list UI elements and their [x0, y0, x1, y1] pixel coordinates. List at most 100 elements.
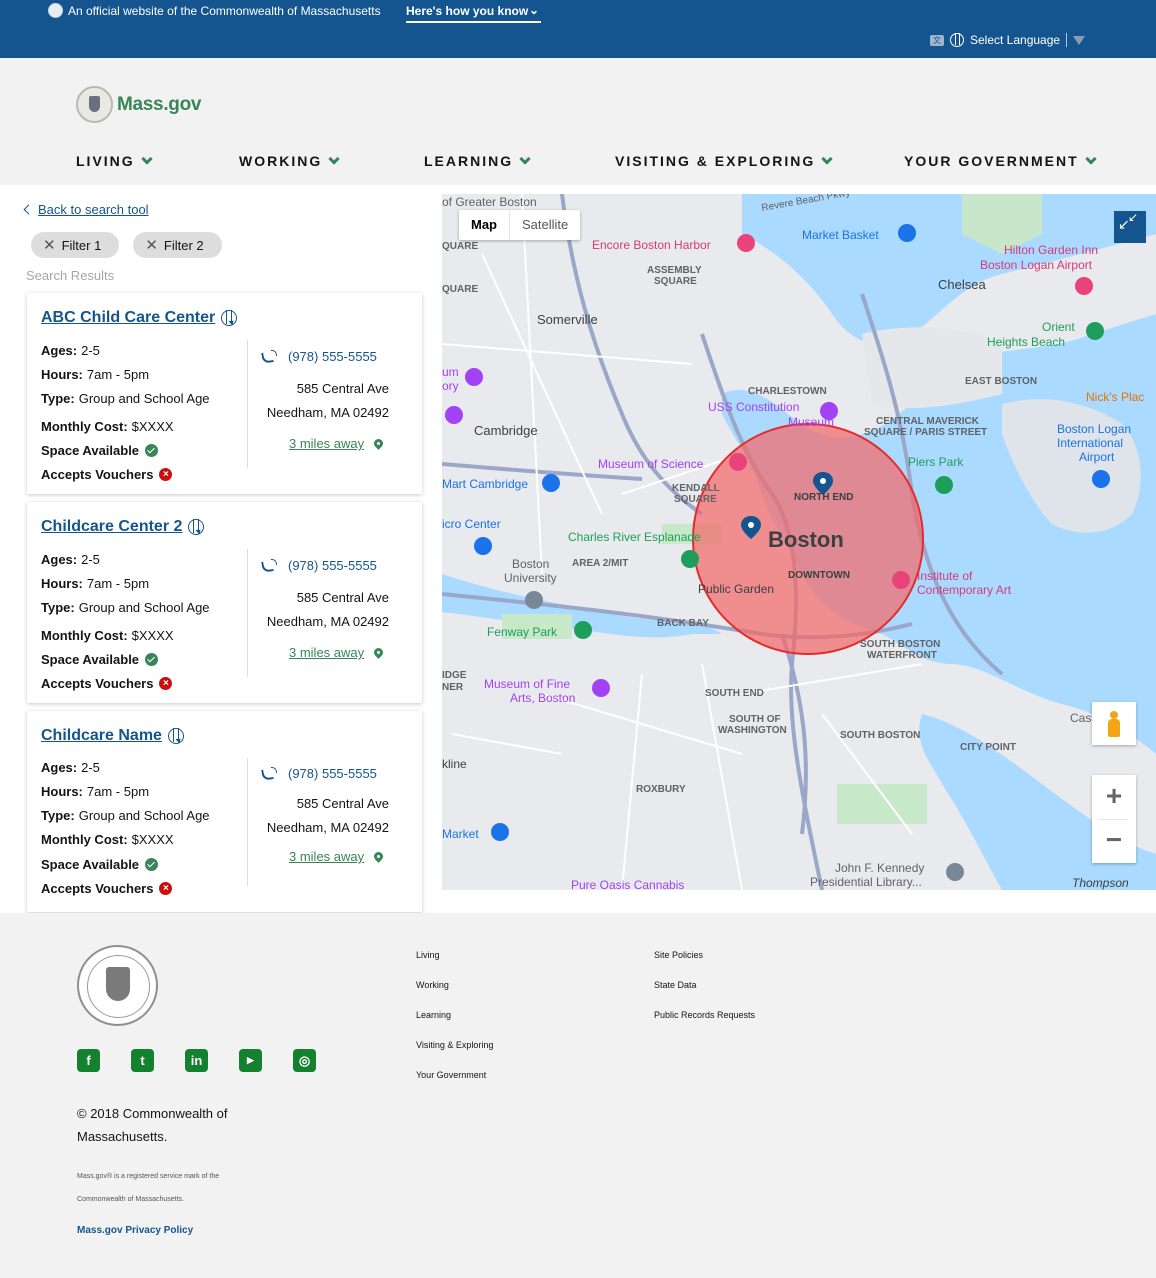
phone-link[interactable]: (978) 555-5555: [262, 766, 377, 781]
facebook-icon[interactable]: f: [77, 1049, 100, 1072]
filter-chip-1[interactable]: ✕ Filter 1: [31, 232, 120, 258]
provider-name: Childcare Center 2: [41, 518, 183, 535]
instagram-icon[interactable]: ◎: [293, 1049, 316, 1072]
nav-learning[interactable]: LEARNING: [424, 152, 531, 169]
ages-row: Ages: 2-5: [41, 760, 100, 775]
space-available-label: Space Available: [41, 857, 140, 872]
hours-value: 7am - 5pm: [86, 784, 150, 799]
distance-value: 3 miles away: [289, 645, 365, 660]
phone-icon: [262, 766, 278, 781]
map-pin-icon: [372, 646, 386, 659]
provider-name-link[interactable]: Childcare Center 2: [41, 518, 205, 536]
map-label: University: [504, 571, 557, 585]
footer-link-learning[interactable]: Learning: [416, 1010, 493, 1040]
pegman-body: [1108, 719, 1120, 737]
provider-name-link[interactable]: Childcare Name: [41, 727, 184, 745]
results-map[interactable]: of Greater Boston Revere Beach Pkwy Mark…: [442, 194, 1156, 890]
chevron-down-icon: [328, 152, 340, 165]
check-circle-icon: [145, 858, 159, 871]
nav-label: VISITING & EXPLORING: [615, 153, 816, 169]
footer-link-working[interactable]: Working: [416, 980, 493, 1010]
cost-value: $XXXX: [131, 419, 174, 434]
privacy-policy-link[interactable]: Mass.gov Privacy Policy: [77, 1225, 193, 1236]
nav-working[interactable]: WORKING: [239, 152, 340, 169]
zoom-out-button[interactable]: −: [1092, 819, 1136, 863]
map-label: WASHINGTON: [718, 725, 787, 736]
shopping-poi-icon: [491, 823, 509, 841]
exit-fullscreen-icon[interactable]: [1114, 211, 1146, 243]
library-poi-icon: [946, 863, 964, 881]
type-value: Group and School Age: [78, 391, 210, 406]
nav-living[interactable]: LIVING: [76, 152, 153, 169]
shopping-poi-icon: [542, 474, 560, 492]
map-label: Museum of Fine: [484, 677, 570, 691]
map-type-satellite-button[interactable]: Satellite: [509, 210, 580, 240]
close-icon[interactable]: ✕: [145, 236, 158, 254]
youtube-icon[interactable]: ▶: [239, 1049, 262, 1072]
accepts-vouchers-label: Accepts Vouchers: [41, 881, 154, 896]
pegman-head: [1110, 711, 1118, 719]
footer-link-your-government[interactable]: Your Government: [416, 1070, 493, 1100]
footer-link-state-data[interactable]: State Data: [654, 980, 755, 1010]
map-label: DOWNTOWN: [788, 570, 850, 581]
phone-icon: [262, 558, 278, 573]
check-circle-icon: [145, 653, 159, 666]
filter-chips: ✕ Filter 1 ✕ Filter 2: [31, 232, 222, 258]
website-icon[interactable]: [167, 728, 184, 744]
phone-link[interactable]: (978) 555-5555: [262, 349, 377, 364]
map-pin-icon: [372, 437, 386, 450]
footer-link-site-policies[interactable]: Site Policies: [654, 950, 755, 980]
map-label: NER: [442, 682, 464, 693]
nav-label: LIVING: [76, 153, 135, 169]
site-logo[interactable]: Mass.gov: [76, 86, 201, 123]
map-label: CITY POINT: [960, 742, 1016, 753]
result-card: Childcare Center 2 Ages: 2-5 Hours: 7am - …: [27, 502, 422, 703]
nav-your-government[interactable]: YOUR GOVERNMENT: [904, 152, 1097, 169]
map-label: AREA 2/MIT: [572, 558, 628, 569]
distance-value: 3 miles away: [289, 436, 365, 451]
beach-poi-icon: [1086, 322, 1104, 340]
phone-number: (978) 555-5555: [288, 349, 377, 364]
cost-row: Monthly Cost: $XXXX: [41, 419, 174, 434]
map-label: Contemporary Art: [917, 583, 1012, 597]
accepts-vouchers-label: Accepts Vouchers: [41, 676, 154, 691]
footer-link-visiting-exploring[interactable]: Visiting & Exploring: [416, 1040, 493, 1070]
chevron-down-icon: [1085, 152, 1097, 165]
language-selector[interactable]: 文 Select Language: [930, 33, 1086, 47]
site-footer: f t in ▶ ◎ © 2018 Commonwealth of Massac…: [0, 913, 1156, 1278]
footer-link-living[interactable]: Living: [416, 950, 493, 980]
chevron-left-icon: [23, 204, 34, 215]
filter-chip-2[interactable]: ✕ Filter 2: [133, 232, 222, 258]
phone-link[interactable]: (978) 555-5555: [262, 558, 377, 573]
east-boston-land: [862, 327, 1002, 409]
provider-name-link[interactable]: ABC Child Care Center: [41, 309, 238, 327]
distance-link[interactable]: 3 miles away: [289, 849, 386, 864]
back-to-search-link[interactable]: Back to search tool: [23, 202, 149, 217]
nav-visiting-exploring[interactable]: VISITING & EXPLORING: [615, 152, 833, 169]
result-card: ABC Child Care Center Ages: 2-5 Hours: 7am…: [27, 293, 422, 494]
hours-row: Hours: 7am - 5pm: [41, 784, 149, 799]
mass-seal-icon: [76, 86, 113, 123]
distance-link[interactable]: 3 miles away: [289, 436, 386, 451]
close-icon[interactable]: ✕: [43, 236, 56, 254]
x-circle-icon: ×: [159, 468, 173, 481]
map-canvas[interactable]: of Greater Boston Revere Beach Pkwy Mark…: [442, 194, 1156, 890]
linkedin-icon[interactable]: in: [185, 1049, 208, 1072]
how-you-know-toggle[interactable]: Here's how you know ⌄: [406, 3, 541, 23]
distance-link[interactable]: 3 miles away: [289, 645, 386, 660]
map-label: ROXBURY: [636, 784, 686, 795]
phone-number: (978) 555-5555: [288, 766, 377, 781]
twitter-icon[interactable]: t: [131, 1049, 154, 1072]
map-label: QUARE: [442, 241, 478, 252]
map-type-map-button[interactable]: Map: [459, 210, 509, 240]
map-label: Orient: [1042, 320, 1075, 334]
map-label: BACK BAY: [657, 618, 709, 629]
website-icon[interactable]: [188, 519, 205, 535]
ages-label: Ages:: [41, 552, 78, 567]
footer-link-public-records[interactable]: Public Records Requests: [654, 1010, 755, 1040]
map-label: Market Basket: [802, 228, 879, 242]
zoom-in-button[interactable]: +: [1092, 775, 1136, 819]
address-line-1: 585 Central Ave: [296, 796, 389, 811]
street-view-pegman-icon[interactable]: [1092, 702, 1136, 745]
website-icon[interactable]: [221, 310, 238, 326]
